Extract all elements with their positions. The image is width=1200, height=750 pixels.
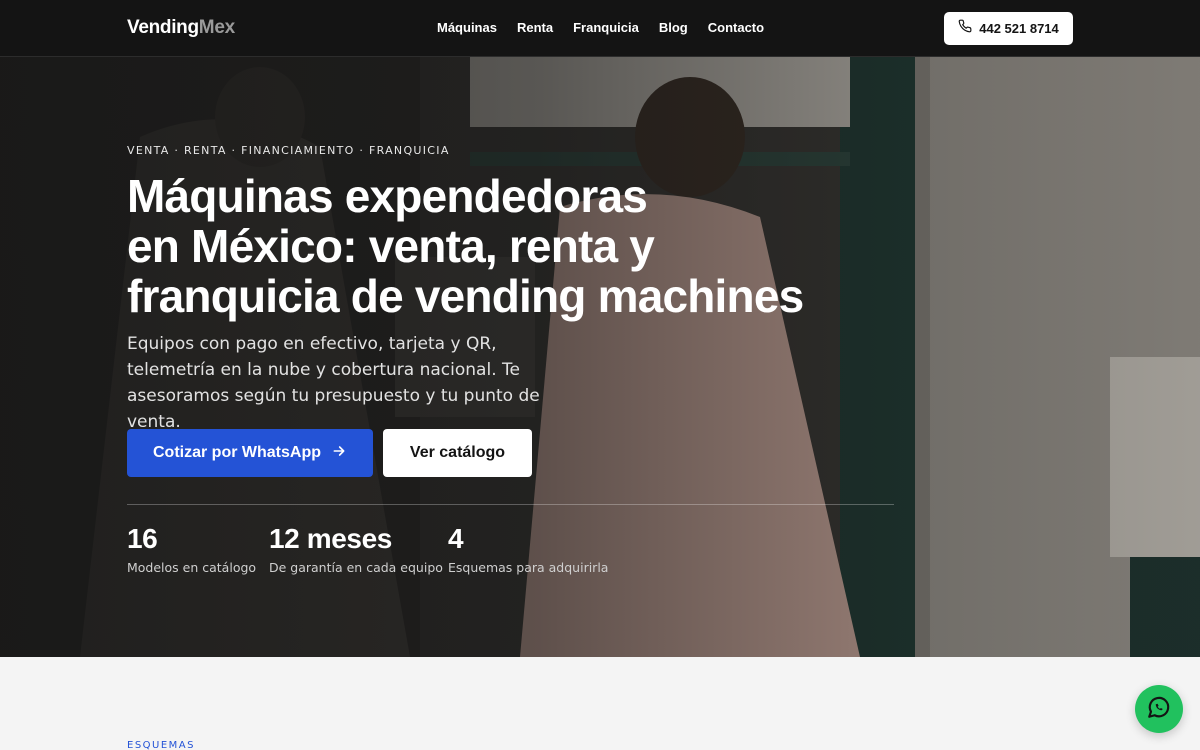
phone-button[interactable]: 442 521 8714: [944, 12, 1073, 45]
site-header: VendingMex Máquinas Renta Franquicia Blo…: [0, 0, 1200, 57]
phone-number: 442 521 8714: [979, 21, 1059, 36]
nav-link-renta[interactable]: Renta: [517, 20, 553, 35]
hero-title-line-3: franquicia de vending machines: [127, 270, 804, 322]
whatsapp-icon: [1146, 694, 1172, 725]
hero-eyebrow: VENTA · RENTA · FINANCIAMIENTO · FRANQUI…: [127, 144, 450, 157]
whatsapp-float-button[interactable]: [1135, 685, 1183, 733]
logo[interactable]: VendingMex: [127, 17, 235, 39]
hero-title-line-2: en México: venta, renta y: [127, 220, 655, 272]
stat-label: Esquemas para adquirirla: [448, 560, 609, 575]
phone-icon: [958, 19, 972, 38]
stat-value: 16: [127, 523, 158, 554]
stat-schemes: 4 Esquemas para adquirirla: [448, 522, 608, 575]
stat-warranty: 12 meses De garantía en cada equipo: [269, 522, 443, 575]
nav-link-blog[interactable]: Blog: [659, 20, 688, 35]
logo-secondary: Mex: [198, 17, 235, 38]
main-nav: Máquinas Renta Franquicia Blog Contacto: [437, 20, 764, 35]
stat-models: 16 Modelos en catálogo: [127, 522, 256, 575]
nav-link-contacto[interactable]: Contacto: [708, 20, 764, 35]
stat-value: 12 meses: [269, 523, 392, 554]
catalog-button-label: Ver catálogo: [409, 444, 506, 461]
hero-description: Equipos con pago en efectivo, tarjeta y …: [127, 334, 540, 432]
stat-label: Modelos en catálogo: [127, 560, 257, 575]
stat-label: De garantía en cada equipo: [269, 560, 443, 575]
hero-title: Máquinas expendedoras en México: venta, …: [127, 171, 847, 321]
hero: VENTA · RENTA · FINANCIAMIENTO · FRANQUI…: [0, 57, 1200, 657]
whatsapp-quote-label: Cotizar por WhatsApp: [153, 444, 321, 461]
logo-primary: Vending: [127, 17, 199, 38]
whatsapp-quote-button[interactable]: Cotizar por WhatsApp: [127, 429, 373, 477]
nav-link-maquinas[interactable]: Máquinas: [437, 20, 497, 35]
nav-link-franquicia[interactable]: Franquicia: [573, 20, 639, 35]
arrow-right-icon: [331, 443, 347, 464]
hero-title-line-1: Máquinas expendedoras: [127, 170, 648, 222]
hero-divider: [127, 504, 894, 505]
stat-value: 4: [448, 523, 464, 554]
catalog-button[interactable]: Ver catálogo: [383, 429, 532, 477]
section-label-esquemas: ESQUEMAS: [127, 740, 195, 750]
